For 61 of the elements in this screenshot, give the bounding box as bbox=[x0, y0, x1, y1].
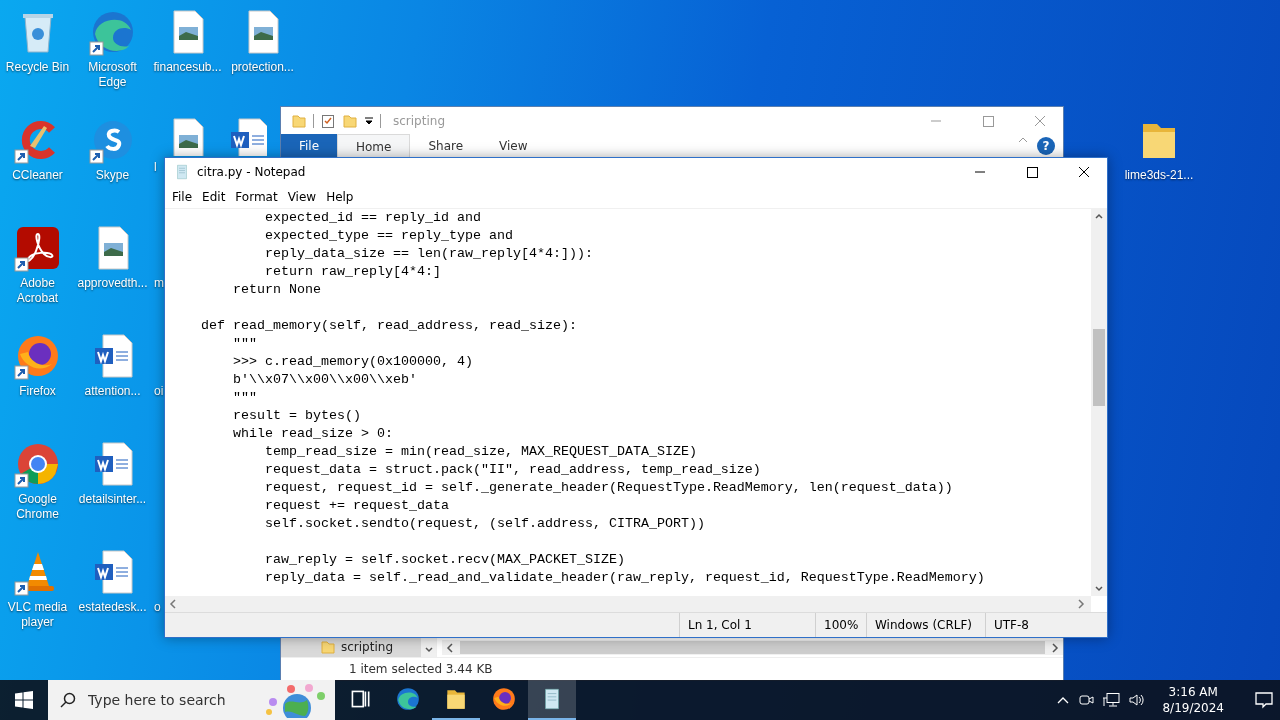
menu-item[interactable]: View bbox=[282, 190, 322, 204]
scrollbar[interactable] bbox=[1091, 209, 1107, 596]
icon-label[interactable]: Recycle Bin bbox=[0, 60, 75, 75]
wave-icon bbox=[395, 686, 421, 712]
icon-label[interactable]: attention... bbox=[75, 384, 150, 399]
icon-label[interactable]: detailsinter... bbox=[75, 492, 150, 507]
icon-label[interactable]: o bbox=[154, 600, 161, 615]
clock-time[interactable]: 3:16 AM bbox=[1168, 684, 1218, 700]
camera-icon[interactable] bbox=[1078, 692, 1095, 708]
notification-icon[interactable] bbox=[1254, 690, 1274, 710]
clock-date[interactable]: 8/19/2024 bbox=[1162, 700, 1224, 716]
status-text: Windows (CRLF) bbox=[866, 613, 985, 637]
icon-label[interactable]: CCleaner bbox=[0, 168, 75, 183]
file-tab[interactable]: File bbox=[281, 134, 337, 158]
status-text: Ln 1, Col 1 bbox=[679, 613, 815, 637]
taskbar-button[interactable] bbox=[528, 680, 576, 720]
icon-label[interactable]: Firefox bbox=[0, 384, 75, 399]
icon-label[interactable]: Microsoft Edge bbox=[75, 60, 150, 90]
window-title: scripting bbox=[393, 113, 446, 128]
folder-icon bbox=[321, 640, 335, 654]
menu-item[interactable]: Help bbox=[321, 190, 359, 204]
search-icon bbox=[60, 692, 76, 708]
close-icon[interactable] bbox=[1076, 164, 1092, 180]
status-text: UTF-8 bbox=[985, 613, 1107, 637]
icon-label[interactable]: Skype bbox=[75, 168, 150, 183]
ribbon-tab[interactable]: Home bbox=[337, 134, 411, 158]
checklist-icon[interactable] bbox=[320, 112, 336, 129]
scrollbar[interactable] bbox=[442, 640, 1063, 655]
icon-label[interactable]: m bbox=[154, 276, 164, 291]
curl-icon[interactable] bbox=[13, 224, 62, 272]
nav-item[interactable]: scripting bbox=[281, 637, 421, 657]
caret-icon[interactable] bbox=[364, 115, 374, 126]
ribbon-tab[interactable]: View bbox=[481, 134, 546, 158]
speaker-icon[interactable] bbox=[1128, 692, 1147, 708]
scrollbar-thumb[interactable] bbox=[1093, 329, 1105, 406]
icon-label[interactable]: l bbox=[154, 160, 157, 175]
icon-label[interactable]: approvedth... bbox=[75, 276, 150, 291]
search-field[interactable]: Type here to search bbox=[48, 680, 335, 720]
status-text: 1 item selected 3.44 KB bbox=[348, 661, 493, 678]
help-button[interactable]: ? bbox=[1037, 137, 1055, 155]
icon-label[interactable]: oi bbox=[154, 384, 164, 399]
start-icon[interactable] bbox=[15, 691, 33, 709]
window-title: citra.py - Notepad bbox=[197, 165, 307, 179]
icon-label[interactable]: Adobe Acrobat bbox=[0, 276, 75, 306]
scrollbar-thumb[interactable] bbox=[460, 641, 1045, 654]
maximize-icon[interactable] bbox=[1024, 164, 1040, 180]
icon-label[interactable]: financesub... bbox=[150, 60, 225, 75]
menu-item[interactable]: Format bbox=[230, 190, 283, 204]
code-text: expected_id == reply_id and expected_type == reply_type and reply_data_size == len(raw_reply[4*4:])): return raw_reply[4*4:] return None def read_memory(self, read_address, read_size): """ >>> c.read_memory(0x100000, 4) b'\\x07\\x00\\x00\\xeb' """ result = bytes() while read_size > 0: temp_read_size = min(read_size, MAX_REQUEST_DATA_SIZE) request_data = struct.pack("II", read_address, temp_read_size) request, request_id = self._generate_header(RequestType.ReadMemory, len(request_data)) request += request_data self.socket.sendto(request, (self.address, CITRA_PORT)) raw_reply = self.socket.recv(MAX_PACKET_SIZE) reply_data = self._read_and_validate_header(raw_reply, request_id, RequestType.ReadMemory) bbox=[200, 209, 986, 587]
monitor-icon[interactable] bbox=[1102, 692, 1121, 708]
status-text: 100% bbox=[815, 613, 866, 637]
menu-item[interactable]: File bbox=[167, 190, 198, 204]
scrollbar[interactable] bbox=[165, 596, 1091, 612]
ribbon-tab[interactable]: Share bbox=[410, 134, 482, 158]
flame-circle-icon bbox=[491, 686, 517, 712]
icon-label[interactable]: protection... bbox=[225, 60, 300, 75]
icon-label[interactable]: Google Chrome bbox=[0, 492, 75, 522]
icon-label[interactable]: lime3ds-21... bbox=[1122, 168, 1196, 183]
icon-label[interactable]: VLC media player bbox=[0, 600, 75, 630]
menu-item[interactable]: Edit bbox=[197, 190, 231, 204]
icon-label[interactable]: estatedesk... bbox=[75, 600, 150, 615]
